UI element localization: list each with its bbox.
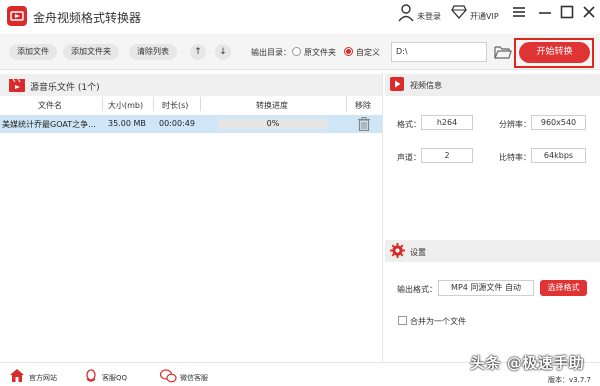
trash-icon[interactable] (358, 117, 370, 134)
radio-custom[interactable] (344, 47, 353, 56)
qq-icon[interactable] (85, 369, 97, 386)
column-header-duration: 时长(s) (162, 101, 189, 110)
progress-text: 0% (266, 119, 280, 128)
video-info-title: 视频信息 (410, 81, 442, 90)
column-header-name: 文件名 (38, 101, 62, 110)
home-icon[interactable] (10, 369, 24, 385)
output-dir-label: 输出目录： (251, 48, 291, 57)
move-up-button[interactable]: ↑ (190, 44, 206, 60)
column-divider (102, 97, 103, 111)
app-title: 金舟视频格式转换器 (33, 11, 142, 25)
add-folder-button[interactable]: 添加文件夹 (63, 44, 119, 60)
clear-list-button[interactable]: 清除列表 (129, 44, 177, 60)
file-name-cell: 美媒统计乔最GOAT之争... (2, 120, 96, 129)
output-format-label: 输出格式： (397, 285, 437, 294)
menu-icon[interactable] (512, 5, 526, 22)
radio-custom-label: 自定义 (356, 48, 380, 57)
radio-source-folder-label: 原文件夹 (304, 48, 336, 57)
panel-divider (382, 72, 383, 362)
wechat-icon[interactable] (159, 369, 177, 386)
progress-bar: 0% (218, 119, 328, 129)
merge-label: 合并为一个文件 (410, 317, 466, 326)
minimize-icon[interactable] (538, 5, 552, 22)
add-file-button[interactable]: 添加文件 (9, 44, 57, 60)
file-duration-cell: 00:00:49 (159, 119, 195, 128)
wechat-link[interactable]: 微信客服 (180, 373, 208, 383)
qq-link[interactable]: 客服QQ (102, 373, 127, 383)
film-icon (9, 78, 25, 95)
bitrate-value: 64kbps (531, 148, 586, 163)
select-format-button[interactable]: 选择格式 (540, 280, 587, 296)
website-link[interactable]: 官方网站 (29, 373, 57, 383)
watermark-text: 头条 @极速手助 (470, 354, 585, 372)
column-divider (346, 97, 347, 111)
column-header-progress: 转换进度 (256, 101, 288, 110)
version-label: 版本：v3.7.7 (548, 376, 591, 384)
play-icon (390, 77, 404, 94)
resolution-value: 960x540 (531, 115, 586, 130)
channel-label: 声道： (397, 153, 421, 162)
file-list-title: 源音乐文件 (1个) (30, 83, 100, 93)
login-link[interactable]: 未登录 (417, 11, 441, 22)
column-header-size: 大小(mb) (108, 101, 144, 110)
format-value: h264 (421, 115, 473, 130)
start-convert-button[interactable]: 开始转换 (519, 42, 590, 63)
merge-checkbox[interactable] (398, 316, 407, 325)
folder-icon[interactable] (494, 45, 512, 62)
move-down-button[interactable]: ↓ (215, 44, 231, 60)
app-logo (7, 6, 27, 26)
output-path-input[interactable]: D:\ (391, 42, 487, 62)
maximize-icon[interactable] (560, 5, 574, 22)
channel-value: 2 (421, 148, 473, 163)
gear-icon (390, 243, 405, 261)
close-icon[interactable] (582, 5, 596, 22)
file-size-cell: 35.00 MB (108, 119, 146, 128)
format-label: 格式： (397, 120, 421, 129)
settings-title: 设置 (410, 248, 426, 257)
vip-link[interactable]: 开通VIP (470, 11, 499, 22)
column-header-remove: 移除 (355, 101, 371, 110)
column-divider (200, 97, 201, 111)
user-icon[interactable] (398, 4, 414, 25)
output-format-value: MP4 同源文件 自动 (438, 280, 534, 296)
resolution-label: 分辨率： (499, 120, 531, 129)
diamond-icon[interactable] (451, 4, 467, 23)
radio-source-folder[interactable] (292, 47, 301, 56)
bitrate-label: 比特率： (499, 153, 531, 162)
column-divider (153, 97, 154, 111)
